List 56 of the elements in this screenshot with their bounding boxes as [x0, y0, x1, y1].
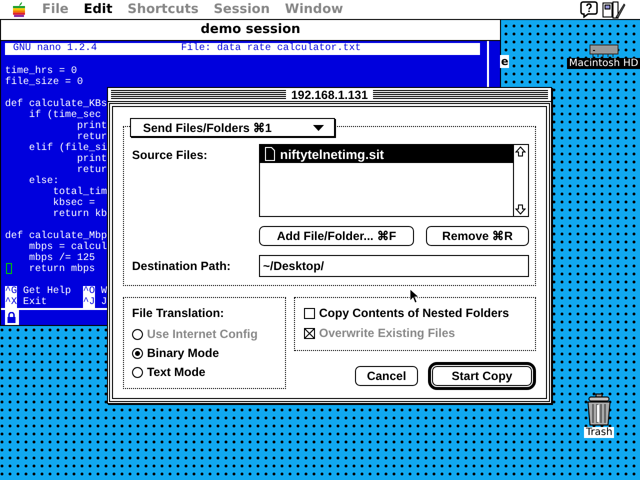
list-button[interactable]: Remove ⌘R — [426, 226, 529, 246]
code-line: mbps = calcul — [28, 242, 108, 253]
triangle-icon — [313, 124, 324, 130]
list-button[interactable]: Add File/Folder... ⌘F — [259, 226, 414, 246]
checkbox-option[interactable]: Copy Contents of Nested Folders — [304, 306, 535, 320]
code-line: return mbps — [28, 264, 96, 275]
shortcut-label: W — [101, 286, 108, 297]
code-line: else: — [28, 176, 60, 187]
file-name: File: data rate calculator.txt — [181, 42, 362, 55]
code-line: time_hrs = 0 — [5, 66, 78, 77]
help-balloon-icon[interactable] — [580, 1, 598, 18]
checkbox[interactable] — [304, 308, 315, 318]
radio-option[interactable]: Text Mode — [132, 365, 277, 379]
code-line: total_tim — [52, 186, 108, 198]
radio-option[interactable]: Binary Mode — [132, 346, 277, 360]
code-line: elif (file_si — [28, 142, 108, 154]
shortcut-key: ^O — [83, 286, 96, 297]
destination-field[interactable]: ~/Desktop/ — [259, 255, 529, 277]
icon-label: e — [500, 55, 510, 68]
shortcut-label: Exit — [23, 296, 48, 308]
file-list-item[interactable]: niftytelnetimg.sit — [260, 145, 513, 163]
code-line: def calculate_KBs — [5, 98, 108, 110]
icon-label[interactable]: Macintosh HD — [567, 58, 640, 69]
field-label: Source Files: — [132, 147, 208, 164]
code-line: if (time_sec — [28, 110, 102, 121]
code-line: print — [76, 120, 108, 132]
icon-label[interactable]: Trash — [584, 427, 614, 438]
code-line: mbps /= 125 — [28, 252, 96, 264]
code-line: retur — [77, 132, 108, 143]
shortcut-label: J — [101, 296, 108, 308]
hard-disk-icon[interactable] — [588, 44, 619, 58]
field-label: Destination Path: — [132, 258, 232, 275]
code-line: file_size = 0 — [5, 76, 84, 88]
dialog-button[interactable]: Cancel — [355, 366, 418, 386]
mode-popup-menu[interactable]: Send Files/Folders ⌘1 — [130, 118, 335, 137]
scroll-down-arrow-icon[interactable] — [514, 203, 527, 216]
shortcut-key: ^G — [5, 286, 18, 297]
shortcut-key: ^J — [83, 296, 96, 308]
code-line: kbsec = — [52, 198, 96, 209]
shortcut-label: Get Help — [23, 286, 72, 297]
code-line: print — [76, 154, 108, 165]
document-icon — [265, 147, 275, 161]
dialog-title: 192.168.1.131 — [291, 88, 368, 102]
group-label: File Translation: — [132, 306, 226, 320]
scroll-up-arrow-icon[interactable] — [514, 145, 527, 158]
window-title: demo session — [1, 20, 500, 41]
apple-logo-icon[interactable] — [12, 2, 26, 18]
trash-can-icon[interactable] — [585, 393, 614, 427]
code-line: return kb — [52, 208, 108, 220]
lock-icon — [6, 312, 16, 323]
shortcut-key: ^X — [5, 296, 18, 308]
editor-version: GNU nano 1.2.4 — [13, 42, 98, 55]
code-line: retur — [76, 164, 108, 176]
application-icon[interactable] — [602, 0, 626, 18]
code-line: def calculate_Mbp — [5, 230, 108, 242]
menu-item[interactable]: Edit — [84, 2, 112, 17]
